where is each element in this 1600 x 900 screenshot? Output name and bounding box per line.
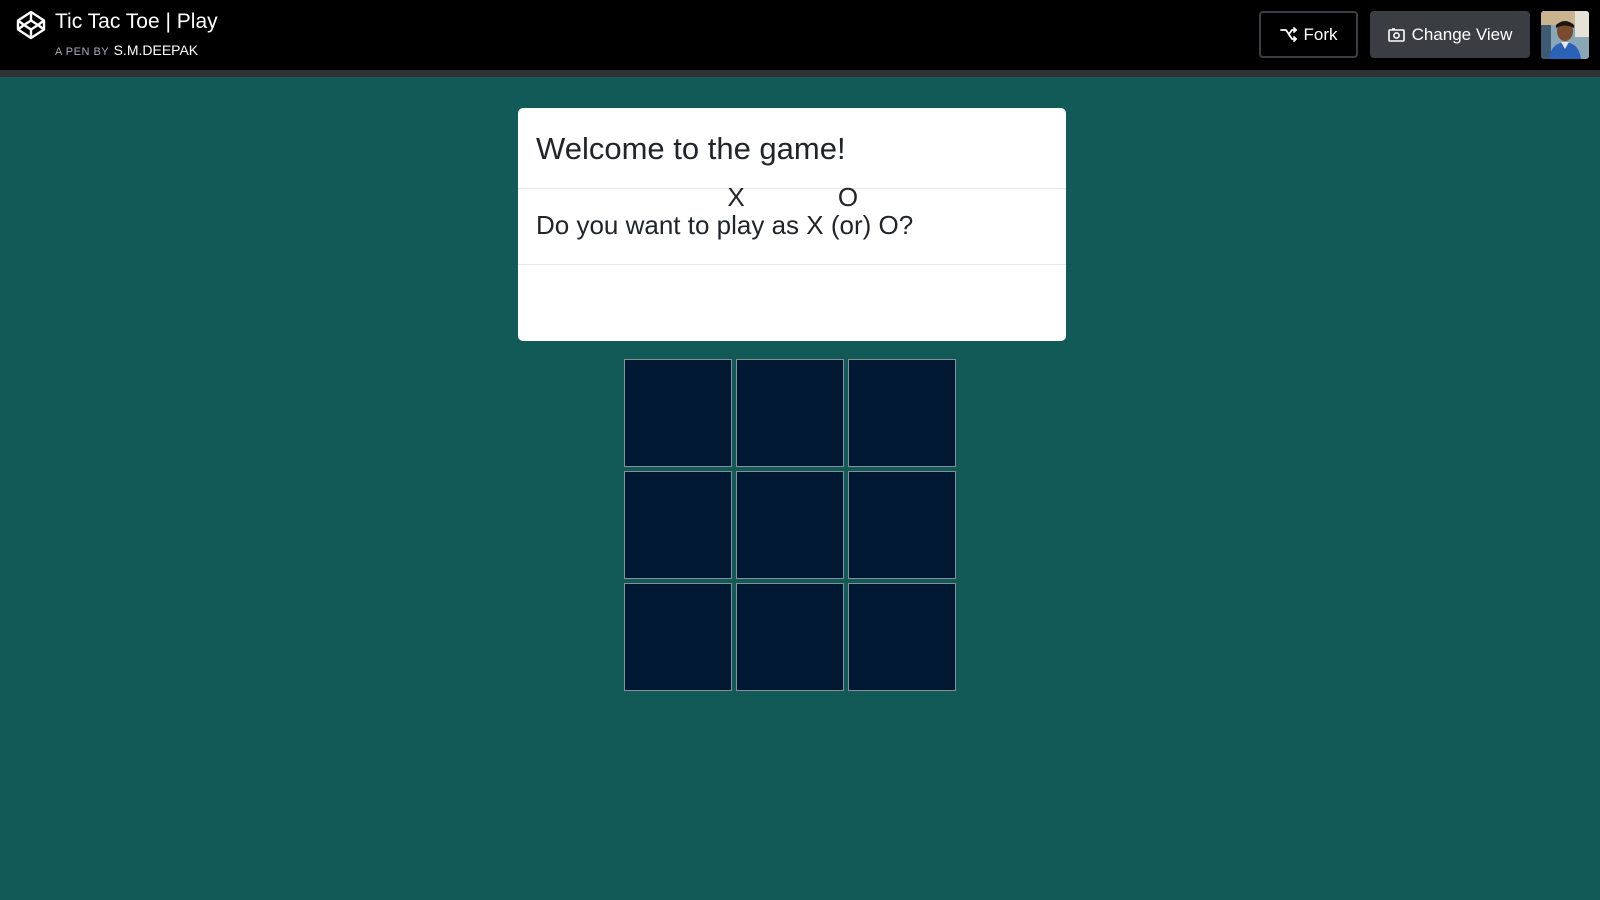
change-view-label: Change View xyxy=(1411,24,1513,44)
board-cell-6[interactable] xyxy=(848,471,956,579)
codepen-logo-icon[interactable] xyxy=(16,10,46,40)
pen-byline: A PEN BY S.M.DEEPAK xyxy=(55,41,198,61)
avatar[interactable] xyxy=(1541,11,1589,59)
fork-label: Fork xyxy=(1303,24,1338,44)
change-view-button[interactable]: Change View xyxy=(1370,11,1530,58)
game-board xyxy=(624,359,959,694)
choose-o-button[interactable]: O xyxy=(828,175,868,219)
board-cell-5[interactable] xyxy=(736,471,844,579)
board-cell-7[interactable] xyxy=(624,583,732,691)
board-cell-9[interactable] xyxy=(848,583,956,691)
byline-prefix: A PEN BY xyxy=(55,46,110,58)
eye-icon xyxy=(1387,27,1405,42)
modal-body: Do you want to play as X (or) O? xyxy=(518,189,1066,265)
board-cell-8[interactable] xyxy=(736,583,844,691)
author-link[interactable]: S.M.DEEPAK xyxy=(114,42,199,58)
board-cell-1[interactable] xyxy=(624,359,732,467)
user-avatar-image xyxy=(1541,11,1589,59)
fork-button[interactable]: Fork xyxy=(1259,11,1358,58)
choose-x-button[interactable]: X xyxy=(716,175,756,219)
modal-title: Welcome to the game! xyxy=(536,131,846,166)
pen-title[interactable]: Tic Tac Toe | Play xyxy=(55,9,218,35)
header-divider xyxy=(0,70,1600,77)
welcome-modal: Welcome to the game! Do you want to play… xyxy=(518,108,1066,341)
codepen-header: Tic Tac Toe | Play A PEN BY S.M.DEEPAK F… xyxy=(0,0,1600,70)
modal-header: Welcome to the game! xyxy=(518,108,1066,189)
fork-icon xyxy=(1279,27,1297,42)
board-cell-2[interactable] xyxy=(736,359,844,467)
board-cell-3[interactable] xyxy=(848,359,956,467)
board-cell-4[interactable] xyxy=(624,471,732,579)
